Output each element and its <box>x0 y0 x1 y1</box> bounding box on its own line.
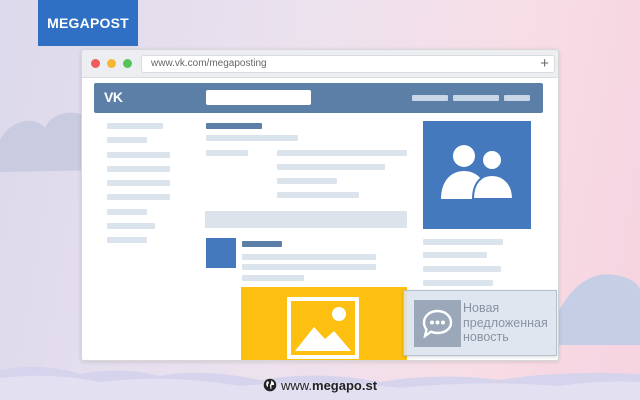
vk-nav-item[interactable] <box>504 95 530 101</box>
sidebar-item[interactable] <box>107 137 147 143</box>
vk-logo-icon[interactable]: VK <box>104 89 123 105</box>
sidebar-item[interactable] <box>107 194 170 200</box>
vk-nav-item[interactable] <box>453 95 499 101</box>
vk-header: VK <box>94 83 543 113</box>
address-bar[interactable]: www.vk.com/megaposting + <box>141 55 555 73</box>
sidebar-item[interactable] <box>107 223 155 229</box>
post-text-placeholder <box>242 254 376 260</box>
vk-search-input[interactable] <box>206 90 311 105</box>
background-hill <box>545 274 640 345</box>
image-placeholder-icon <box>287 297 359 359</box>
footer: www.megapo.st <box>0 376 640 394</box>
sidebar-item[interactable] <box>107 209 147 215</box>
notification-line: новость <box>463 330 509 344</box>
post-text-placeholder <box>242 275 304 281</box>
sidebar-item[interactable] <box>107 123 163 129</box>
sidebar-item[interactable] <box>107 166 170 172</box>
info-value-placeholder <box>277 150 407 156</box>
maximize-window-button[interactable] <box>123 59 132 68</box>
footer-link-prefix: www. <box>280 377 313 393</box>
notification-text: Новая предложенная новость <box>463 301 557 345</box>
notification-line: Новая <box>463 301 500 315</box>
group-action-placeholder[interactable] <box>423 239 503 245</box>
close-window-button[interactable] <box>91 59 100 68</box>
two-people-icon <box>441 145 515 200</box>
footer-link-domain: megapo.st <box>312 377 378 393</box>
group-info-placeholder <box>423 252 487 258</box>
browser-toolbar: www.vk.com/megaposting + <box>82 50 558 78</box>
page-title-placeholder <box>206 123 262 129</box>
post-input-bar[interactable] <box>205 211 407 228</box>
group-avatar[interactable] <box>423 121 531 229</box>
sidebar-item[interactable] <box>107 237 147 243</box>
brand-logo: MEGAPOST <box>38 0 138 46</box>
sidebar-item[interactable] <box>107 180 170 186</box>
new-tab-button[interactable]: + <box>540 55 549 73</box>
notification-icon-box <box>414 300 461 347</box>
sidebar-item[interactable] <box>107 152 170 158</box>
post-image[interactable] <box>241 287 407 360</box>
info-label-placeholder <box>206 150 248 156</box>
info-value-placeholder <box>277 164 385 170</box>
globe-icon <box>263 378 277 392</box>
vk-nav-item[interactable] <box>412 95 448 101</box>
footer-link[interactable]: www.megapo.st <box>281 378 377 393</box>
group-info-placeholder <box>423 266 501 272</box>
info-value-placeholder <box>277 192 359 198</box>
page-subtitle-placeholder <box>206 135 298 141</box>
info-value-placeholder <box>277 178 337 184</box>
address-bar-url: www.vk.com/megaposting <box>151 58 267 69</box>
group-info-placeholder <box>423 280 493 286</box>
minimize-window-button[interactable] <box>107 59 116 68</box>
chat-bubble-icon <box>422 309 453 338</box>
post-author-name[interactable] <box>242 241 282 247</box>
post-text-placeholder <box>242 264 376 270</box>
notification-line: предложенная <box>463 315 548 330</box>
post-author-avatar[interactable] <box>206 238 236 268</box>
suggested-news-notification[interactable]: Новая предложенная новость <box>403 290 557 356</box>
